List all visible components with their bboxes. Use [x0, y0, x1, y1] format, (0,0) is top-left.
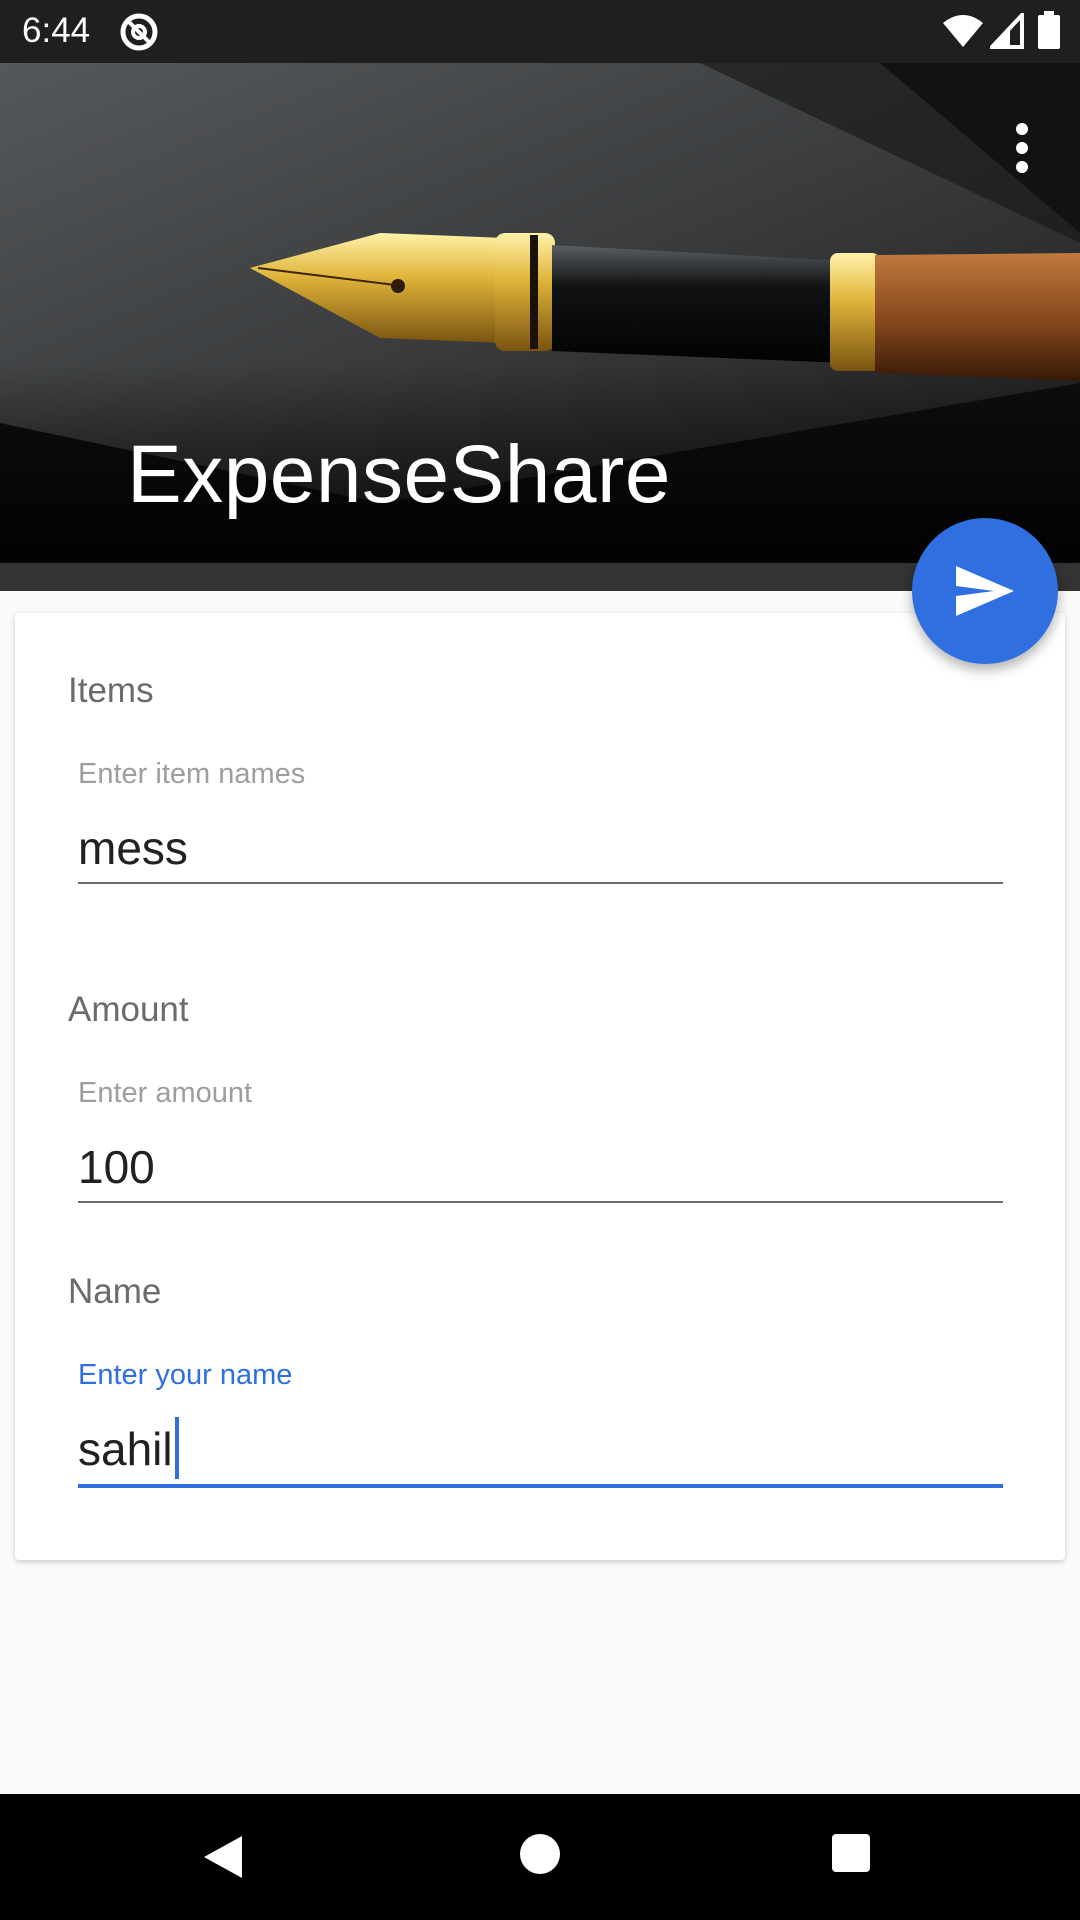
amount-hint: Enter amount	[78, 1077, 253, 1109]
screen: 6:44 ExpenseShare Items Enter item names…	[0, 0, 1080, 1920]
item-names-hint: Enter item names	[78, 758, 306, 790]
overflow-menu-icon[interactable]	[1000, 113, 1044, 183]
at-sign-icon	[120, 13, 158, 51]
name-input[interactable]	[78, 1419, 1003, 1479]
signal-icon	[990, 13, 1024, 49]
wifi-icon	[943, 15, 983, 47]
name-section-label: Name	[68, 1272, 162, 1311]
item-names-input[interactable]	[78, 818, 1003, 878]
status-time: 6:44	[22, 11, 91, 50]
amount-underline	[78, 1201, 1003, 1203]
recents-icon[interactable]	[832, 1834, 870, 1872]
send-icon	[956, 566, 1014, 616]
send-button[interactable]	[912, 518, 1058, 664]
name-underline	[78, 1484, 1003, 1488]
name-hint: Enter your name	[78, 1359, 293, 1391]
home-icon[interactable]	[520, 1834, 560, 1874]
status-bar: 6:44	[0, 0, 1080, 63]
amount-input[interactable]	[78, 1137, 1003, 1197]
navigation-bar	[0, 1794, 1080, 1920]
items-section-label: Items	[68, 671, 154, 710]
app-header: ExpenseShare	[0, 63, 1080, 563]
item-names-underline	[78, 882, 1003, 884]
back-icon[interactable]	[200, 1834, 246, 1880]
app-title: ExpenseShare	[127, 429, 671, 520]
battery-icon	[1038, 11, 1060, 49]
text-cursor	[175, 1417, 179, 1479]
expense-form-card: Items Enter item names Amount Enter amou…	[15, 613, 1065, 1560]
amount-section-label: Amount	[68, 990, 189, 1029]
